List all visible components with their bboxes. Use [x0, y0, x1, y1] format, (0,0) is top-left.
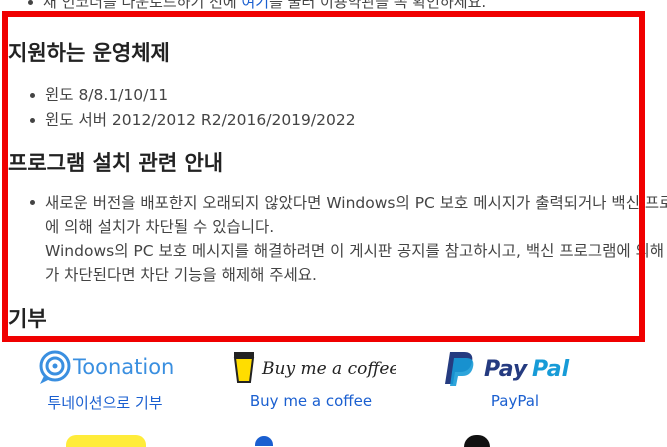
toonation-donation[interactable]: Toonation 투네이션으로 기부 [30, 346, 180, 413]
terms-link[interactable]: 여기 [241, 0, 269, 11]
partial-black-icon [464, 435, 490, 447]
paypal-icon: Pay Pal [445, 352, 570, 386]
paypal-label[interactable]: PayPal [440, 392, 590, 410]
buymeacoffee-label[interactable]: Buy me a coffee [226, 392, 396, 410]
highlight-box [2, 11, 645, 342]
svg-text:Toonation: Toonation [72, 355, 174, 379]
coffee-cup-icon: Buy me a coffee [233, 352, 396, 383]
svg-text:Pal: Pal [532, 357, 570, 382]
donation-row: Toonation 투네이션으로 기부 Buy me a coffee Buy … [0, 340, 667, 447]
partial-yellow-button [66, 435, 146, 447]
svg-text:Pay: Pay [484, 357, 529, 382]
toonation-label[interactable]: 투네이션으로 기부 [30, 392, 180, 413]
bullet [28, 0, 33, 5]
toonation-icon: Toonation [39, 350, 174, 384]
partial-blue-icon [255, 436, 273, 446]
buymeacoffee-donation[interactable]: Buy me a coffee Buy me a coffee [226, 346, 396, 410]
paypal-donation[interactable]: Pay Pal PayPal [440, 346, 590, 410]
svg-text:Buy me a coffee: Buy me a coffee [261, 359, 396, 379]
